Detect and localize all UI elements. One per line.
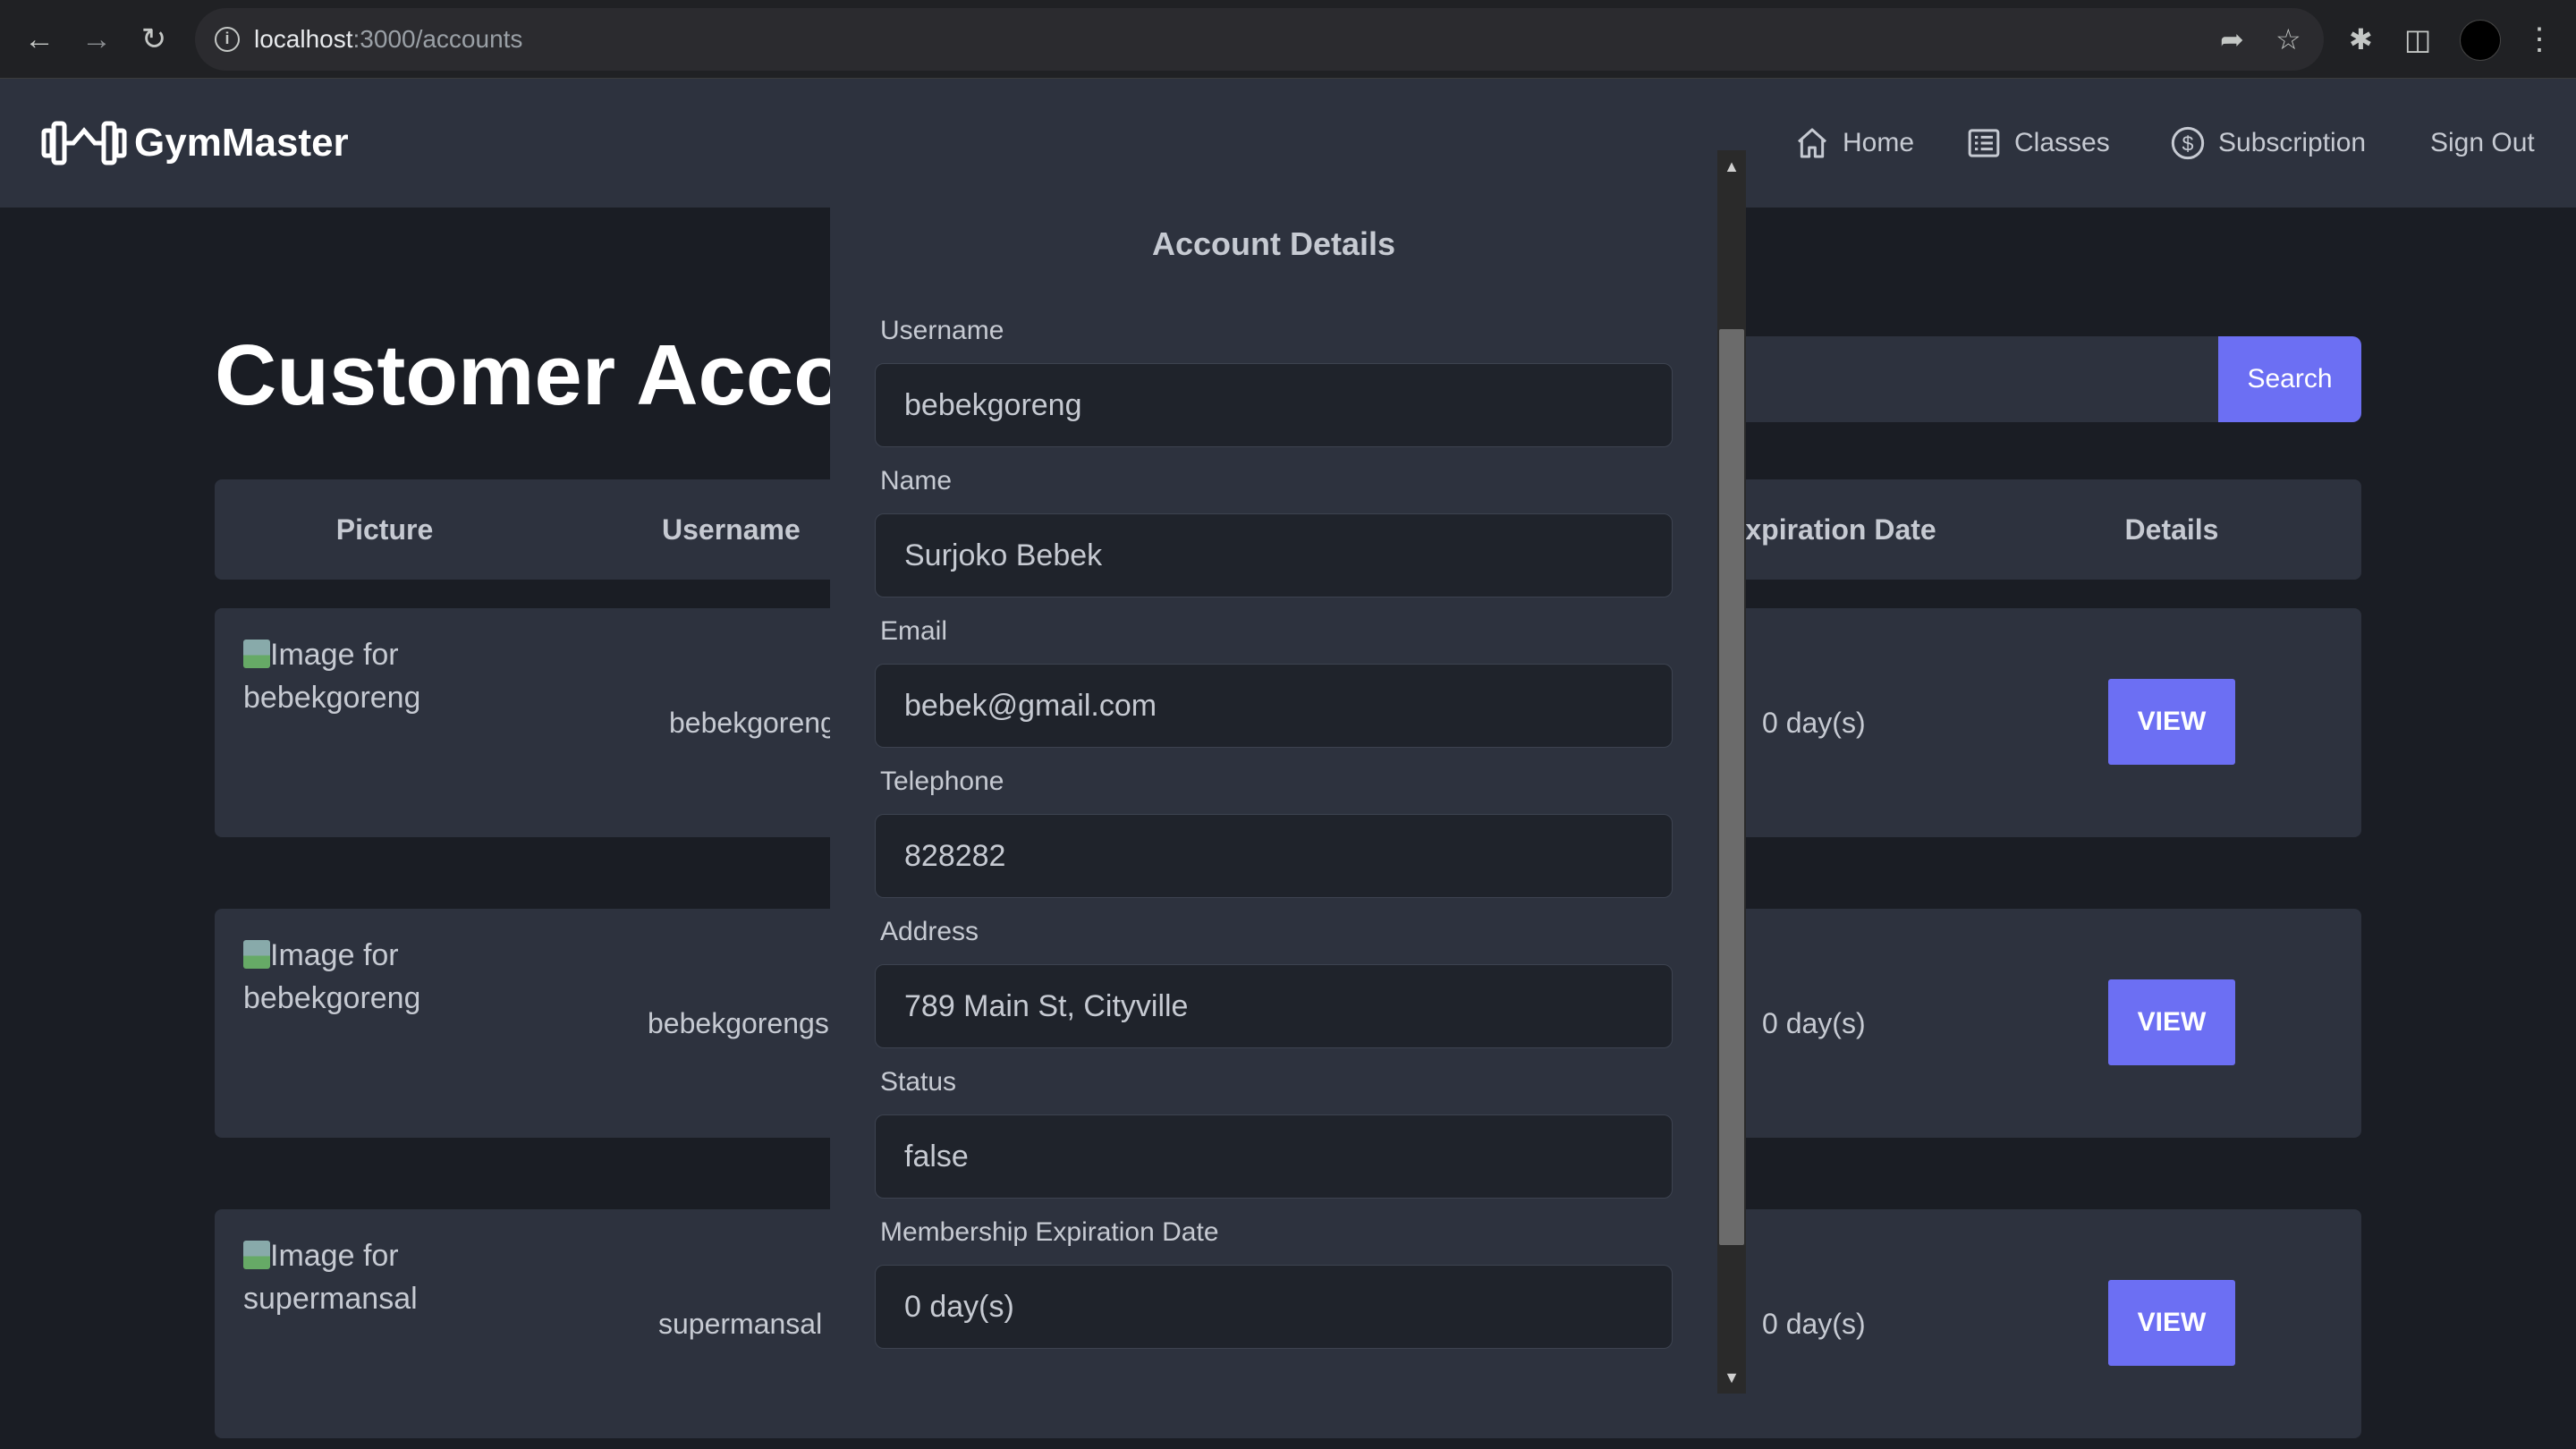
nav-sign-out-label: Sign Out xyxy=(2430,128,2535,157)
svg-text:$: $ xyxy=(2182,131,2194,155)
row-expiration: 0 day(s) xyxy=(1762,1308,1866,1340)
site-info-icon[interactable]: i xyxy=(215,27,240,52)
account-details-modal: Account Details Username bebekgoreng Nam… xyxy=(830,150,1717,1394)
forward-icon[interactable]: → xyxy=(77,20,116,59)
view-button[interactable]: VIEW xyxy=(2108,1280,2235,1366)
name-field[interactable]: Surjoko Bebek xyxy=(875,513,1673,597)
reload-icon[interactable]: ↻ xyxy=(134,20,174,59)
address-field[interactable]: 789 Main St, Cityville xyxy=(875,964,1673,1048)
address-bar[interactable]: i localhost:3000/accounts ➦ ☆ xyxy=(195,8,2324,71)
email-label: Email xyxy=(880,616,948,646)
side-panel-icon[interactable]: ◫ xyxy=(2404,20,2431,59)
list-icon xyxy=(1968,129,2000,157)
brand-logo[interactable]: GymMaster xyxy=(41,116,349,170)
status-label: Status xyxy=(880,1067,957,1097)
brand-name: GymMaster xyxy=(134,121,349,165)
broken-image: Image for bebekgoreng xyxy=(243,638,419,715)
dumbbell-logo-icon xyxy=(41,121,127,165)
profile-avatar[interactable] xyxy=(2460,20,2501,61)
broken-image-icon xyxy=(243,1241,270,1269)
bookmark-star-icon[interactable]: ☆ xyxy=(2275,23,2301,55)
username-label: Username xyxy=(880,316,1004,345)
nav-subscription-label: Subscription xyxy=(2218,128,2367,157)
membership-expiration-field[interactable]: 0 day(s) xyxy=(875,1265,1673,1349)
url-text[interactable]: localhost:3000/accounts xyxy=(254,23,522,55)
nav-home[interactable]: Home xyxy=(1794,122,1914,165)
column-header-expiration: Expiration Date xyxy=(1726,513,1936,546)
view-button[interactable]: VIEW xyxy=(2108,679,2235,765)
membership-expiration-label: Membership Expiration Date xyxy=(880,1217,1219,1247)
status-field[interactable]: false xyxy=(875,1114,1673,1199)
broken-image-icon xyxy=(243,640,270,668)
extensions-icon[interactable]: ✱ xyxy=(2349,20,2373,59)
broken-image: Image for supermansal xyxy=(243,1239,418,1316)
nav-home-label: Home xyxy=(1843,128,1915,157)
column-header-picture: Picture xyxy=(335,513,434,546)
scroll-down-icon[interactable]: ▼ xyxy=(1717,1363,1746,1392)
row-expiration: 0 day(s) xyxy=(1762,1007,1866,1039)
column-header-details: Details xyxy=(2124,513,2219,546)
nav-classes[interactable]: Classes xyxy=(1966,122,2110,165)
home-icon xyxy=(1798,128,1826,158)
email-field[interactable]: bebek@gmail.com xyxy=(875,664,1673,748)
broken-image: Image for bebekgorengs xyxy=(243,938,419,1015)
browser-toolbar: ← → ↻ i localhost:3000/accounts ➦ ☆ ✱ ◫ … xyxy=(0,0,2576,79)
username-field[interactable]: bebekgoreng xyxy=(875,363,1673,447)
name-label: Name xyxy=(880,466,953,496)
search-button[interactable]: Search xyxy=(2218,336,2361,422)
scroll-up-icon[interactable]: ▲ xyxy=(1717,152,1746,181)
address-label: Address xyxy=(880,917,979,946)
modal-scrollbar-thumb[interactable] xyxy=(1719,329,1744,1245)
view-button[interactable]: VIEW xyxy=(2108,979,2235,1065)
modal-title: Account Details xyxy=(1151,225,1396,262)
row-expiration: 0 day(s) xyxy=(1762,707,1866,739)
telephone-field[interactable]: 828282 xyxy=(875,814,1673,898)
dollar-icon: $ xyxy=(2171,126,2205,160)
nav-classes-label: Classes xyxy=(2014,128,2110,157)
column-header-username: Username xyxy=(662,513,801,546)
browser-menu-icon[interactable]: ⋮ xyxy=(2524,20,2555,59)
broken-image-icon xyxy=(243,940,270,969)
nav-subscription[interactable]: $ Subscription xyxy=(2170,122,2366,165)
nav-sign-out[interactable]: Sign Out xyxy=(2430,122,2535,165)
back-icon[interactable]: ← xyxy=(20,20,59,59)
telephone-label: Telephone xyxy=(880,767,1004,796)
share-icon[interactable]: ➦ xyxy=(2220,23,2244,55)
